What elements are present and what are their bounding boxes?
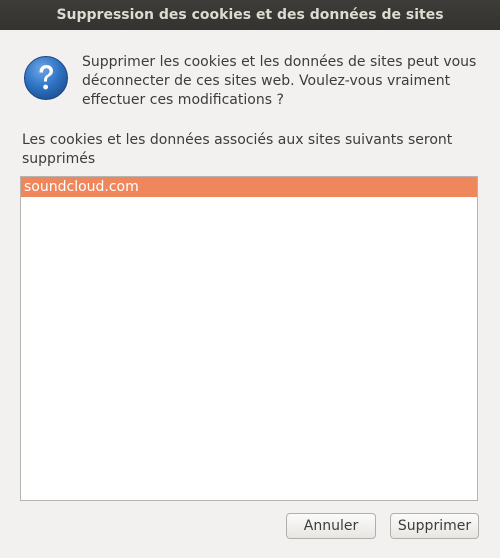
list-caption: Les cookies et les données associés aux …: [22, 132, 453, 167]
list-item[interactable]: soundcloud.com: [21, 177, 477, 197]
confirm-delete-button[interactable]: Supprimer: [390, 513, 479, 539]
cancel-button[interactable]: Annuler: [286, 513, 376, 539]
window-titlebar[interactable]: Suppression des cookies et des données d…: [0, 0, 500, 30]
question-icon: [23, 55, 69, 101]
sites-listbox[interactable]: soundcloud.com: [20, 176, 478, 501]
dialog-message: Supprimer les cookies et les données de …: [82, 54, 477, 108]
window-title: Suppression des cookies et des données d…: [56, 7, 444, 23]
dialog-window: Suppression des cookies et des données d…: [0, 0, 500, 558]
